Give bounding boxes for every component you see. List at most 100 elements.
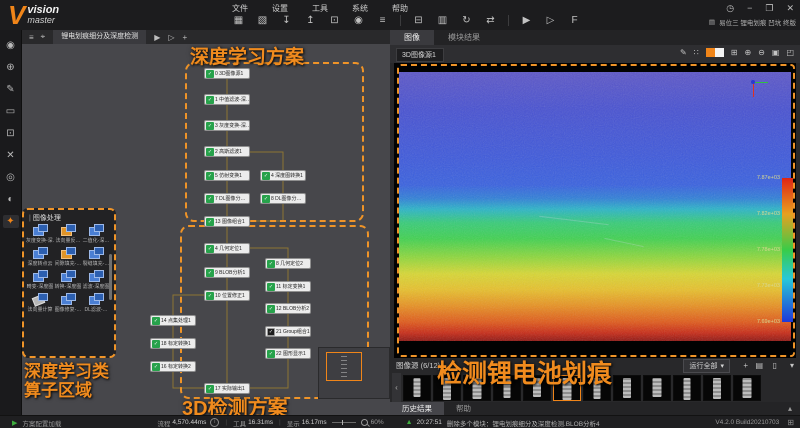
dl-node-8[interactable]: ✓ 8 DL图像分… bbox=[260, 193, 306, 204]
operator-item-3[interactable]: 深度转点云 bbox=[26, 247, 54, 267]
export-icon[interactable]: ↥ bbox=[304, 15, 317, 26]
color-analysis-icon[interactable]: ◎ bbox=[3, 171, 19, 184]
threed-node-10[interactable]: ✓ 10 位置修正1 bbox=[204, 290, 250, 301]
menu-item-4[interactable]: 帮助 bbox=[392, 3, 408, 14]
window-run-icon[interactable]: ⊡ bbox=[328, 15, 341, 26]
delete-image-icon[interactable]: ▯ bbox=[773, 361, 777, 370]
zoom-slider[interactable] bbox=[331, 420, 356, 425]
capture-box-icon[interactable]: ⊡ bbox=[3, 127, 19, 140]
move-view-icon[interactable]: ⊞ bbox=[731, 48, 738, 57]
operator-item-5[interactable]: 裂缝填充-… bbox=[82, 247, 110, 267]
run-once-icon[interactable]: ▷ bbox=[544, 15, 557, 26]
tab-help[interactable]: 帮助 bbox=[444, 402, 483, 415]
menu-item-0[interactable]: 文件 bbox=[232, 3, 248, 14]
open-image-folder-icon[interactable]: ▤ bbox=[755, 361, 763, 370]
tab-image[interactable]: 图像 bbox=[390, 30, 434, 45]
dl-node-13[interactable]: ✓ 13 图像组合1 bbox=[204, 216, 250, 227]
dl-node-2[interactable]: ✓ 2 高斯滤波1 bbox=[204, 146, 250, 157]
threed-node-16[interactable]: ✓ 16 标定转换2 bbox=[150, 361, 196, 372]
depth-heatmap-image[interactable] bbox=[399, 72, 791, 341]
dl-node-5[interactable]: ✓ 5 仿射变换1 bbox=[204, 170, 250, 181]
collapse-strip-icon[interactable]: ▾ bbox=[790, 361, 794, 370]
position-icon[interactable]: ⊕ bbox=[3, 61, 19, 74]
tab-module-result[interactable]: 模块结果 bbox=[434, 30, 494, 45]
history-collapse-icon[interactable]: ▴ bbox=[788, 402, 792, 415]
threed-node-14[interactable]: ✓ 14 点集处理1 bbox=[150, 315, 196, 326]
zoom-out-icon[interactable]: ⊖ bbox=[758, 48, 765, 57]
run-all-icon[interactable]: ▶ bbox=[520, 15, 533, 26]
image-thumbnail-11[interactable] bbox=[703, 374, 731, 401]
dl-node-7[interactable]: ✓ 7 DL图像分… bbox=[204, 193, 250, 204]
threed-node-4[interactable]: ✓ 4 几何定位1 bbox=[204, 243, 250, 254]
import-icon[interactable]: ↧ bbox=[280, 15, 293, 26]
minimap-viewport[interactable] bbox=[326, 352, 362, 381]
run-flow-icon[interactable]: ▶ bbox=[154, 33, 160, 42]
hierarchy-icon[interactable]: ≡ bbox=[29, 33, 34, 42]
operator-item-7[interactable]: 转换-深度图 bbox=[54, 270, 82, 290]
filmstrip-prev-button[interactable]: ‹ bbox=[392, 373, 401, 402]
add-flow-tab-icon[interactable]: + bbox=[183, 33, 188, 42]
io-config-icon[interactable]: ⇄ bbox=[484, 15, 497, 26]
flow-canvas[interactable]: 深度学习方案 3D检测方案 深度学习类 算子区域 |图像处理 灰度变换-深…法向… bbox=[22, 44, 390, 415]
open-folder-icon[interactable]: ▧ bbox=[256, 15, 269, 26]
dl-node-1[interactable]: ✓ 1 中值滤波-深… bbox=[204, 94, 250, 105]
color-swatch-toggle[interactable] bbox=[705, 48, 724, 57]
menu-item-3[interactable]: 系统 bbox=[352, 3, 368, 14]
add-image-icon[interactable]: + bbox=[743, 361, 748, 370]
contrast-icon[interactable]: ◐ bbox=[3, 193, 19, 206]
threed-node-8[interactable]: ✓ 8 几何定位2 bbox=[265, 258, 311, 269]
threed-node-12[interactable]: ✓ 12 BLOB分析2 bbox=[265, 303, 311, 314]
operator-item-8[interactable]: 滤波-深度图 bbox=[82, 270, 110, 290]
save-icon[interactable]: ▦ bbox=[232, 15, 245, 26]
tab-history-results[interactable]: 历史结果 bbox=[390, 402, 444, 415]
dl-node-3[interactable]: ✓ 3 灰度变换-深… bbox=[204, 120, 250, 131]
threed-node-22[interactable]: ✓ 22 图形显示1 bbox=[265, 348, 311, 359]
deep-learning-tools-icon[interactable]: ✦ bbox=[2, 215, 19, 228]
close-icon[interactable]: ✕ bbox=[786, 3, 794, 14]
threed-node-9[interactable]: ✓ 9 BLOB分析1 bbox=[204, 267, 250, 278]
image-edit-icon[interactable]: ✎ bbox=[3, 83, 19, 96]
zoom-in-icon[interactable]: ⊕ bbox=[744, 48, 751, 57]
script-f-icon[interactable]: F bbox=[568, 15, 581, 26]
threed-node-18[interactable]: ✓ 18 标定转换1 bbox=[150, 338, 196, 349]
point-cloud-icon[interactable]: ∷ bbox=[694, 48, 699, 57]
flow-tab[interactable]: 锂电划痕细分及深度检测 bbox=[53, 30, 147, 44]
operator-item-4[interactable]: 间隙填充-… bbox=[54, 247, 82, 267]
image-thumbnail-9[interactable] bbox=[643, 374, 671, 401]
run-once-flow-icon[interactable]: ▷ bbox=[168, 33, 174, 42]
image-thumbnail-12[interactable] bbox=[733, 374, 761, 401]
threed-node-11[interactable]: ✓ 11 标定变换1 bbox=[265, 281, 311, 292]
image-thumbnail-8[interactable] bbox=[613, 374, 641, 401]
operator-item-9[interactable]: 法向量计算 bbox=[26, 293, 54, 313]
menu-item-2[interactable]: 工具 bbox=[312, 3, 328, 14]
menu-item-1[interactable]: 设置 bbox=[272, 3, 288, 14]
image-source-select[interactable]: 3D图像源1 bbox=[396, 48, 444, 62]
restore-icon[interactable]: ❐ bbox=[765, 3, 773, 14]
image-thumbnail-1[interactable] bbox=[403, 374, 431, 401]
module-list-icon[interactable]: ≡ bbox=[376, 15, 389, 26]
camera-icon[interactable]: ◉ bbox=[352, 15, 365, 26]
operator-item-6[interactable]: 畸变-深度图 bbox=[26, 270, 54, 290]
info-icon[interactable]: i bbox=[210, 418, 220, 427]
operator-item-2[interactable]: 二值化-深… bbox=[82, 224, 110, 244]
image-thumbnail-10[interactable] bbox=[673, 374, 701, 401]
dl-node-0[interactable]: ✓ 0 3D图像源1 bbox=[204, 68, 250, 79]
fit-view-icon[interactable]: ▣ bbox=[772, 48, 780, 57]
operator-item-1[interactable]: 法向量反… bbox=[54, 224, 82, 244]
solution-name-bar[interactable]: ▤ 易位三 锂电划痕 凹坑 终版 bbox=[709, 17, 796, 27]
draw-pencil-icon[interactable]: ✎ bbox=[680, 48, 687, 57]
io-monitor-icon[interactable]: ⊟ bbox=[412, 15, 425, 26]
operator-item-0[interactable]: 灰度变换-深… bbox=[26, 224, 54, 244]
clock-icon[interactable]: ◷ bbox=[726, 3, 734, 14]
camera-source-icon[interactable]: ◉ bbox=[3, 39, 19, 52]
global-trigger-icon[interactable]: ↻ bbox=[460, 15, 473, 26]
operator-item-11[interactable]: DL滤波-… bbox=[82, 293, 110, 313]
communication-icon[interactable]: ▥ bbox=[436, 15, 449, 26]
dl-node-4[interactable]: ✓ 4 深度图转换1 bbox=[260, 170, 306, 181]
threed-node-21[interactable]: ✓ 21 Group组合1 bbox=[265, 326, 311, 337]
measure-icon[interactable]: ✕ bbox=[3, 149, 19, 162]
minimize-icon[interactable]: − bbox=[747, 3, 752, 14]
grid-toggle-icon[interactable]: ⊞ bbox=[787, 418, 794, 427]
operator-item-10[interactable]: 图像修复-… bbox=[54, 293, 82, 313]
fullscreen-icon[interactable]: ◰ bbox=[786, 48, 794, 57]
